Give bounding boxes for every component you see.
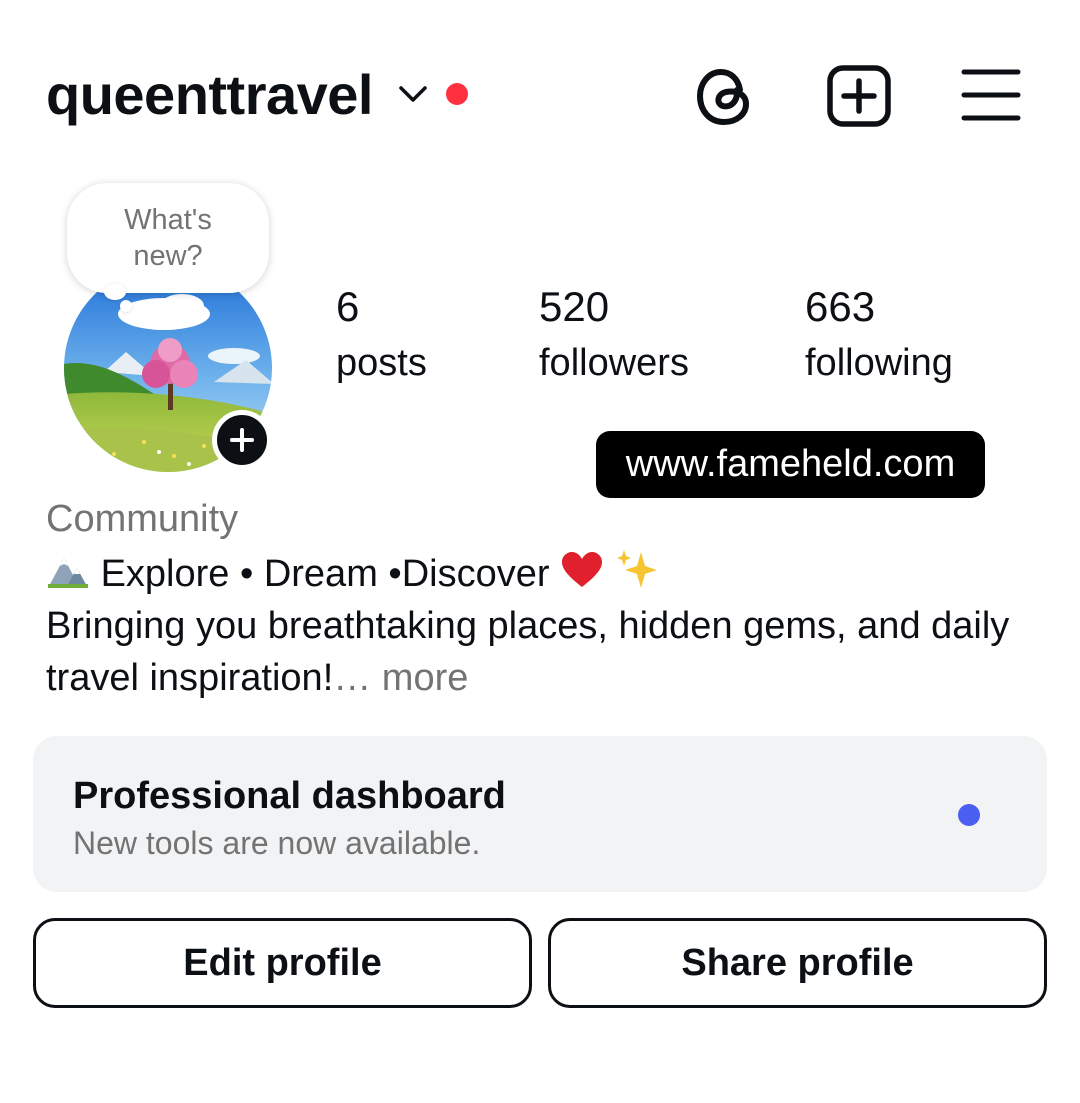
share-profile-button[interactable]: Share profile [548, 918, 1047, 1008]
stat-following[interactable]: 663 following [805, 282, 953, 386]
stat-followers[interactable]: 520 followers [539, 282, 689, 386]
dashboard-title: Professional dashboard [73, 775, 506, 817]
dashboard-subtitle: New tools are now available. [73, 825, 481, 861]
bio-more-link[interactable]: … more [333, 657, 468, 699]
note-bubble-tail [104, 284, 126, 300]
menu-icon[interactable] [960, 66, 1022, 124]
plus-icon [230, 428, 254, 452]
website-link-badge[interactable]: www.fameheld.com [596, 431, 985, 498]
following-count: 663 [805, 283, 876, 330]
following-label: following [805, 342, 953, 384]
followers-count: 520 [539, 283, 610, 330]
bio-text-line-2: travel inspiration!… more [46, 655, 468, 701]
note-bubble-text: What's new? [124, 204, 212, 272]
profile-category: Community [46, 498, 239, 540]
username-title[interactable]: queenttravel [46, 62, 374, 128]
bio-text-end: travel inspiration! [46, 657, 334, 699]
bio-tagline-text: Explore • Dream •Discover [100, 553, 550, 595]
plus-square-icon[interactable] [826, 64, 892, 128]
chevron-down-icon[interactable] [396, 82, 430, 106]
threads-icon[interactable] [690, 60, 758, 132]
followers-label: followers [539, 342, 689, 384]
notification-dot [446, 83, 468, 105]
note-bubble[interactable]: What's new? [67, 183, 269, 293]
edit-profile-button[interactable]: Edit profile [33, 918, 532, 1008]
mountain-icon [48, 558, 88, 588]
stat-posts[interactable]: 6 posts [336, 282, 427, 386]
posts-count: 6 [336, 283, 360, 330]
bio-text-line: Bringing you breathtaking places, hidden… [46, 605, 1010, 647]
add-story-button[interactable] [212, 410, 272, 470]
posts-label: posts [336, 342, 427, 384]
note-bubble-tail-small [120, 300, 132, 312]
bio-tagline: Explore • Dream •Discover [46, 548, 659, 597]
sparkles-icon [616, 550, 657, 588]
professional-dashboard-card[interactable]: Professional dashboard New tools are now… [33, 736, 1047, 892]
heart-icon [562, 552, 603, 587]
dashboard-new-dot [958, 804, 980, 826]
